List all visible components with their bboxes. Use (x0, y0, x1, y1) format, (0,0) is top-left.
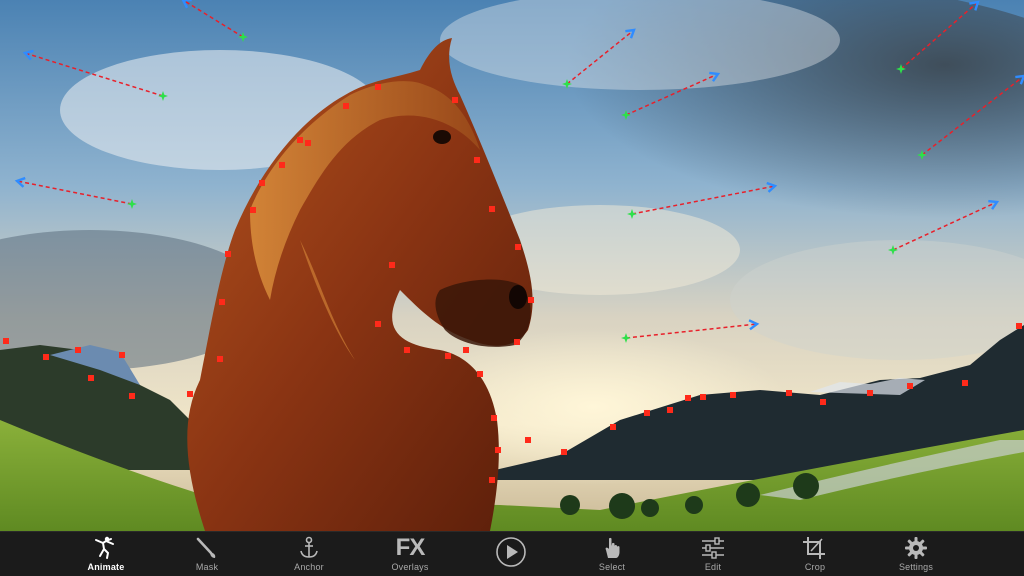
motion-arrow[interactable] (181, 0, 244, 38)
anchor-point[interactable] (217, 356, 223, 362)
settings-label: Settings (898, 562, 934, 572)
motion-arrow[interactable] (892, 199, 1000, 251)
motion-arrow[interactable] (921, 74, 1024, 156)
anchor-point[interactable] (389, 262, 395, 268)
motion-start-point[interactable] (127, 199, 137, 209)
motion-start-point[interactable] (562, 79, 572, 89)
anchor-icon (296, 532, 322, 560)
mask-label: Mask (195, 562, 219, 572)
play-icon (495, 532, 527, 572)
anchor-point[interactable] (129, 393, 135, 399)
motion-arrow[interactable] (625, 71, 721, 116)
anchor-point[interactable] (491, 415, 497, 421)
anchor-point[interactable] (75, 347, 81, 353)
overlays-tool-button[interactable]: FX Overlays (370, 532, 450, 576)
motion-start-point[interactable] (888, 245, 898, 255)
edit-tool-button[interactable]: Edit (673, 532, 753, 576)
anchor-point[interactable] (907, 383, 913, 389)
mask-tool-button[interactable]: Mask (167, 532, 247, 576)
anchor-point[interactable] (667, 407, 673, 413)
anchor-point[interactable] (279, 162, 285, 168)
anchor-point[interactable] (375, 84, 381, 90)
anchor-point[interactable] (225, 251, 231, 257)
anchor-point[interactable] (3, 338, 9, 344)
crop-label: Crop (804, 562, 826, 572)
anchor-point[interactable] (463, 347, 469, 353)
anchor-point[interactable] (43, 354, 49, 360)
motion-start-point[interactable] (621, 110, 631, 120)
animate-icon (93, 532, 119, 560)
anchor-point[interactable] (259, 180, 265, 186)
anchor-point[interactable] (343, 103, 349, 109)
app-window: Animate Mask Anchor FX Overlays Select E… (0, 0, 1024, 576)
anchor-point[interactable] (515, 244, 521, 250)
anchor-point[interactable] (786, 390, 792, 396)
anchor-point[interactable] (404, 347, 410, 353)
motion-start-point[interactable] (627, 209, 637, 219)
anchor-point[interactable] (700, 394, 706, 400)
motion-arrow[interactable] (14, 176, 133, 205)
anchor-point[interactable] (250, 207, 256, 213)
motion-arrow[interactable] (631, 181, 778, 215)
motion-start-point[interactable] (158, 91, 168, 101)
hand-icon (599, 532, 625, 560)
brush-icon (194, 532, 220, 560)
gear-icon (903, 532, 929, 560)
anchor-point[interactable] (644, 410, 650, 416)
anchor-point[interactable] (489, 477, 495, 483)
anchor-point[interactable] (489, 206, 495, 212)
anchor-point[interactable] (525, 437, 531, 443)
anchor-point[interactable] (1016, 323, 1022, 329)
bottom-toolbar: Animate Mask Anchor FX Overlays Select E… (0, 531, 1024, 576)
anchor-point[interactable] (561, 449, 567, 455)
motion-arrow[interactable] (625, 319, 760, 339)
anchor-point[interactable] (867, 390, 873, 396)
crop-icon (802, 532, 828, 560)
anchor-point[interactable] (962, 380, 968, 386)
anchor-label: Anchor (294, 562, 324, 572)
anchor-point[interactable] (297, 137, 303, 143)
anchor-tool-button[interactable]: Anchor (269, 532, 349, 576)
anchor-point[interactable] (820, 399, 826, 405)
fx-icon: FX (395, 532, 426, 561)
select-label: Select (598, 562, 626, 572)
edit-label: Edit (704, 562, 722, 572)
animate-tool-button[interactable]: Animate (66, 532, 146, 576)
motion-start-point[interactable] (621, 333, 631, 343)
motion-start-point[interactable] (896, 64, 906, 74)
motion-arrow[interactable] (22, 49, 164, 97)
photo-canvas[interactable] (0, 0, 1024, 531)
settings-tool-button[interactable]: Settings (876, 532, 956, 576)
fx-glyph: FX (395, 534, 426, 561)
anchor-point[interactable] (474, 157, 480, 163)
select-tool-button[interactable]: Select (572, 532, 652, 576)
anchor-point[interactable] (730, 392, 736, 398)
animate-label: Animate (87, 562, 125, 572)
anchor-point[interactable] (477, 371, 483, 377)
sliders-icon (700, 532, 726, 560)
crop-tool-button[interactable]: Crop (775, 532, 855, 576)
animation-overlay (3, 0, 1024, 483)
anchor-point[interactable] (495, 447, 501, 453)
anchor-point[interactable] (685, 395, 691, 401)
anchor-point[interactable] (452, 97, 458, 103)
anchor-point[interactable] (88, 375, 94, 381)
anchor-point[interactable] (305, 140, 311, 146)
anchor-point[interactable] (119, 352, 125, 358)
motion-arrow[interactable] (900, 0, 980, 70)
motion-arrow[interactable] (566, 28, 636, 85)
anchor-point[interactable] (219, 299, 225, 305)
anchor-point[interactable] (528, 297, 534, 303)
anchor-point[interactable] (445, 353, 451, 359)
motion-start-point[interactable] (238, 32, 248, 42)
play-button[interactable] (471, 532, 551, 576)
anchor-point[interactable] (375, 321, 381, 327)
anchor-point[interactable] (514, 339, 520, 345)
motion-start-point[interactable] (917, 150, 927, 160)
overlays-label: Overlays (391, 562, 429, 572)
anchor-point[interactable] (187, 391, 193, 397)
anchor-point[interactable] (610, 424, 616, 430)
